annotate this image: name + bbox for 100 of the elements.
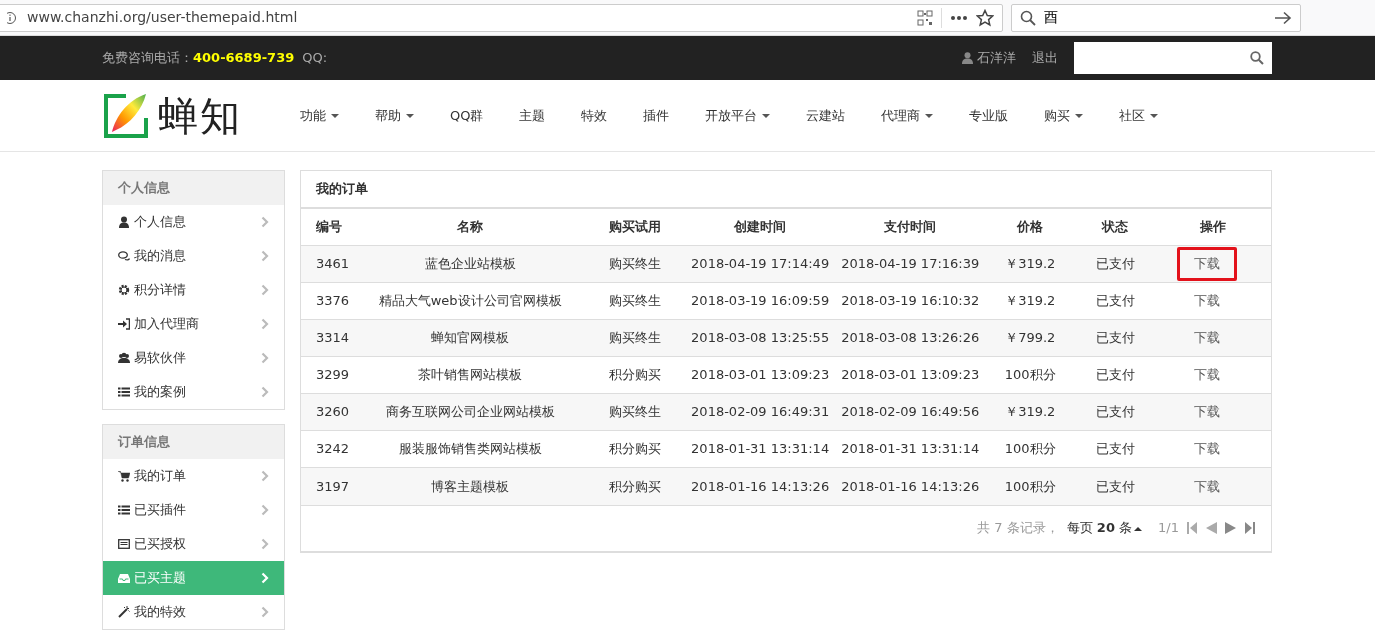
download-link[interactable]: 下载 — [1177, 469, 1238, 503]
column-header: 操作 — [1155, 208, 1271, 246]
sidebar-item-label: 易软伙伴 — [134, 349, 187, 368]
table-cell: 3314 — [301, 319, 356, 357]
table-cell: 2018-02-09 16:49:31 — [685, 393, 836, 431]
sidebar-item[interactable]: 我的案例 — [103, 375, 284, 409]
nav-link[interactable]: QQ群 — [432, 105, 502, 126]
chevron-right-icon — [261, 250, 269, 262]
sidebar-item[interactable]: 个人信息 — [103, 205, 284, 239]
page-size-selector[interactable]: 每页 20 条 — [1066, 518, 1143, 538]
column-header: 编号 — [301, 208, 356, 246]
nav-link[interactable]: 社区 — [1101, 105, 1177, 126]
nav-link[interactable]: 特效 — [563, 105, 626, 126]
table-cell: 3242 — [301, 430, 356, 468]
table-cell: ￥319.2 — [985, 393, 1076, 431]
menu-item-icon — [118, 352, 130, 364]
table-cell: 2018-03-01 13:09:23 — [835, 356, 986, 394]
menu-item-icon — [118, 572, 130, 584]
chevron-right-icon — [261, 386, 269, 398]
table-cell: 博客主题模板 — [355, 467, 586, 505]
column-header: 名称 — [355, 208, 586, 246]
download-link[interactable]: 下载 — [1177, 321, 1238, 355]
sidebar-item-label: 个人信息 — [134, 213, 187, 232]
chevron-right-icon — [261, 216, 269, 228]
table-cell: 2018-04-19 17:16:39 — [835, 245, 986, 283]
nav-link[interactable]: 功能 — [282, 105, 357, 126]
chevron-right-icon — [261, 572, 269, 584]
table-cell: 购买终生 — [585, 282, 686, 320]
table-cell: 2018-03-19 16:09:59 — [685, 282, 836, 320]
sidebar-item-label: 我的案例 — [134, 383, 187, 402]
table-cell: 蝉知官网模板 — [355, 319, 586, 357]
username-link[interactable]: 石洋洋 — [977, 48, 1016, 68]
sidebar-item[interactable]: 已买插件 — [103, 493, 284, 527]
sidebar-item[interactable]: 易软伙伴 — [103, 341, 284, 375]
menu-item-icon — [118, 386, 130, 398]
info-icon — [7, 10, 19, 25]
table-cell: 购买终生 — [585, 245, 686, 283]
address-bar[interactable]: www.chanzhi.org/user-themepaid.html — [0, 3, 1003, 32]
browser-search-field[interactable]: 酉 — [1011, 3, 1301, 32]
table-cell: 2018-03-08 13:26:26 — [835, 319, 986, 357]
download-link[interactable]: 下载 — [1177, 358, 1238, 392]
table-cell: 已支付 — [1075, 282, 1156, 320]
phone-label: 免费咨询电话： — [102, 49, 193, 68]
chevron-right-icon — [261, 538, 269, 550]
search-field[interactable] — [1074, 42, 1272, 74]
sidebar-item[interactable]: 我的消息 — [103, 239, 284, 273]
phone-number: 400-6689-739 — [193, 49, 295, 68]
nav-link[interactable]: 云建站 — [788, 105, 864, 126]
next-page-icon[interactable] — [1225, 522, 1237, 534]
last-page-icon[interactable] — [1245, 522, 1255, 534]
table-cell: ￥799.2 — [985, 319, 1076, 357]
download-link[interactable]: 下载 — [1177, 432, 1238, 466]
chevron-right-icon — [261, 352, 269, 364]
column-header: 支付时间 — [835, 208, 986, 246]
nav-link[interactable]: 插件 — [625, 105, 688, 126]
sidebar-item[interactable]: 我的订单 — [103, 459, 284, 493]
star-icon[interactable] — [976, 8, 994, 27]
table-cell: 已支付 — [1075, 245, 1156, 283]
chevron-right-icon — [261, 318, 269, 330]
sidebar-item[interactable]: 加入代理商 — [103, 307, 284, 341]
sidebar-heading: 个人信息 — [103, 171, 284, 205]
chevron-right-icon — [261, 284, 269, 296]
qr-code-icon[interactable] — [917, 9, 933, 26]
sidebar-heading: 订单信息 — [103, 425, 284, 459]
table-cell: 3260 — [301, 393, 356, 431]
table-cell: 已支付 — [1075, 319, 1156, 357]
sidebar-item-label: 加入代理商 — [134, 315, 200, 334]
table-cell: 积分购买 — [585, 467, 686, 505]
table-cell: 2018-04-19 17:14:49 — [685, 245, 836, 283]
arrow-right-icon[interactable] — [1274, 10, 1292, 25]
nav-link[interactable]: 专业版 — [951, 105, 1027, 126]
nav-link[interactable]: 帮助 — [357, 105, 432, 126]
sidebar-item[interactable]: 积分详情 — [103, 273, 284, 307]
table-cell: 茶叶销售网站模板 — [355, 356, 586, 394]
sidebar-item[interactable]: 我的特效 — [103, 595, 284, 629]
logo-text: 蝉知 — [158, 95, 242, 136]
table-cell: 2018-01-16 14:13:26 — [685, 467, 836, 505]
download-link[interactable]: 下载 — [1177, 395, 1238, 429]
sidebar-item[interactable]: 已买授权 — [103, 527, 284, 561]
nav-link[interactable]: 开放平台 — [687, 105, 789, 126]
panel-title: 我的订单 — [301, 171, 1271, 208]
page-indicator: 1/1 — [1158, 519, 1179, 538]
download-link[interactable]: 下载 — [1177, 247, 1238, 281]
table-cell: 服装服饰销售类网站模板 — [355, 430, 586, 468]
download-link[interactable]: 下载 — [1177, 284, 1238, 318]
more-icon[interactable] — [950, 14, 968, 21]
previous-page-icon[interactable] — [1205, 522, 1217, 534]
nav-link[interactable]: 主题 — [501, 105, 564, 126]
first-page-icon[interactable] — [1187, 522, 1197, 534]
table-cell: 3376 — [301, 282, 356, 320]
table-cell: ￥319.2 — [985, 282, 1076, 320]
column-header: 购买试用 — [585, 208, 686, 246]
logout-link[interactable]: 退出 — [1032, 48, 1058, 68]
nav-link[interactable]: 购买 — [1026, 105, 1102, 126]
table-cell: 积分购买 — [585, 430, 686, 468]
qq-label: QQ: — [302, 49, 328, 68]
sidebar-item-label: 已买主题 — [134, 569, 187, 588]
nav-link[interactable]: 代理商 — [863, 105, 952, 126]
table-cell: 3299 — [301, 356, 356, 394]
menu-item-icon — [118, 250, 130, 262]
